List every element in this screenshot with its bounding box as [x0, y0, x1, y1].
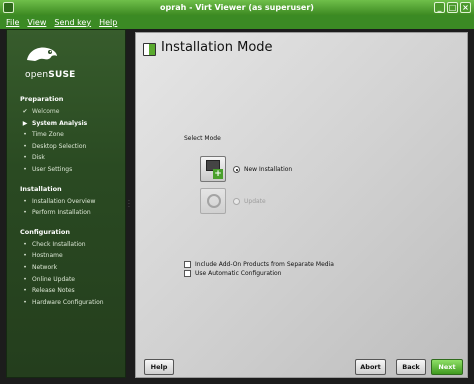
- installation-mode-icon: [143, 43, 156, 56]
- nav-item-system-analysis: ▶ System Analysis: [7, 118, 125, 130]
- nav-item-label: Network: [32, 263, 58, 271]
- addon-products-checkbox[interactable]: [184, 261, 191, 268]
- logo-suffix: SUSE: [48, 70, 76, 80]
- help-button[interactable]: Help: [144, 359, 174, 375]
- bullet-icon: •: [23, 240, 27, 248]
- nav-item-network: • Network: [7, 262, 125, 274]
- sidebar-resize-handle[interactable]: · · ·: [128, 199, 131, 211]
- app-icon: [3, 2, 14, 13]
- auto-config-option[interactable]: Use Automatic Configuration: [184, 270, 281, 277]
- auto-config-label: Use Automatic Configuration: [195, 270, 282, 277]
- nav-heading: Configuration: [20, 227, 70, 236]
- update-icon: [200, 188, 226, 214]
- current-step-arrow-icon: ▶: [22, 119, 28, 127]
- nav-item-label: Hardware Configuration: [32, 298, 104, 306]
- nav-item-hostname: • Hostname: [7, 250, 125, 262]
- nav-heading: Installation: [20, 184, 62, 193]
- main-content-panel: Installation Mode Select Mode + New Inst…: [135, 32, 468, 378]
- menu-send-key[interactable]: Send key: [54, 18, 91, 27]
- nav-item-user-settings: • User Settings: [7, 164, 125, 176]
- nav-item-label: Welcome: [32, 108, 60, 115]
- addon-products-option[interactable]: Include Add-On Products from Separate Me…: [184, 261, 334, 268]
- menu-help[interactable]: Help: [99, 18, 117, 27]
- close-icon[interactable]: ×: [460, 2, 471, 13]
- new-installation-radio[interactable]: [233, 166, 240, 173]
- installer-sidebar: openSUSE Preparation ✔ Welcome ▶ System An…: [6, 29, 130, 378]
- nav-item-label: Disk: [32, 154, 45, 162]
- new-installation-option[interactable]: New Installation: [233, 166, 292, 173]
- step-navigation: Preparation ✔ Welcome ▶ System Analysis • T…: [7, 94, 125, 316]
- bullet-icon: •: [23, 252, 27, 260]
- new-installation-icon: +: [200, 156, 226, 182]
- auto-config-checkbox[interactable]: [184, 270, 191, 277]
- nav-item-online-update: • Online Update: [7, 274, 125, 286]
- abort-button[interactable]: Abort: [355, 359, 386, 375]
- update-option: Update: [233, 198, 266, 205]
- bullet-icon: •: [23, 263, 27, 271]
- nav-item-welcome: ✔ Welcome: [7, 106, 125, 118]
- bullet-icon: •: [23, 209, 27, 217]
- update-radio: [233, 198, 240, 205]
- nav-item-label: Online Update: [32, 275, 75, 283]
- guest-display[interactable]: openSUSE Preparation ✔ Welcome ▶ System An…: [0, 29, 474, 384]
- nav-item-label: Release Notes: [32, 287, 75, 295]
- nav-item-label: System Analysis: [32, 119, 88, 127]
- menu-view[interactable]: View: [27, 18, 46, 27]
- nav-item-label: Hostname: [32, 252, 63, 260]
- window-title: oprah - Virt Viewer (as superuser): [160, 3, 314, 12]
- menu-file[interactable]: File: [6, 18, 19, 27]
- select-mode-label: Select Mode: [184, 135, 221, 142]
- nav-item-desktop-selection: • Desktop Selection: [7, 141, 125, 153]
- nav-item-label: Time Zone: [32, 131, 64, 139]
- nav-item-label: Desktop Selection: [32, 142, 87, 150]
- bullet-icon: •: [23, 197, 27, 205]
- update-label: Update: [244, 198, 266, 205]
- nav-item-check-installation: • Check Installation: [7, 239, 125, 251]
- nav-group-configuration: Configuration • Check Installation • Hostn…: [7, 227, 125, 309]
- maximize-icon[interactable]: □: [447, 2, 458, 13]
- nav-item-disk: • Disk: [7, 152, 125, 164]
- addon-products-label: Include Add-On Products from Separate Me…: [195, 261, 334, 268]
- nav-item-hardware-configuration: • Hardware Configuration: [7, 297, 125, 309]
- nav-item-time-zone: • Time Zone: [7, 129, 125, 141]
- nav-item-label: Installation Overview: [32, 197, 96, 205]
- chameleon-icon: [27, 47, 57, 61]
- opensuse-logo: openSUSE: [25, 44, 85, 80]
- nav-group-preparation: Preparation ✔ Welcome ▶ System Analysis • T…: [7, 94, 125, 176]
- bullet-icon: •: [23, 154, 27, 162]
- bullet-icon: •: [23, 298, 27, 306]
- menu-bar: File View Send key Help: [0, 15, 474, 29]
- page-title: Installation Mode: [161, 40, 273, 55]
- nav-item-label: Perform Installation: [32, 209, 91, 217]
- bullet-icon: •: [23, 275, 27, 283]
- logo-prefix: open: [25, 70, 49, 80]
- nav-item-perform-installation: • Perform Installation: [7, 207, 125, 219]
- nav-item-installation-overview: • Installation Overview: [7, 196, 125, 208]
- new-installation-label: New Installation: [244, 166, 293, 173]
- nav-heading: Preparation: [20, 95, 64, 103]
- window-titlebar[interactable]: oprah - Virt Viewer (as superuser) _ □ ×: [0, 0, 474, 15]
- bullet-icon: •: [23, 142, 27, 150]
- nav-item-label: User Settings: [32, 165, 73, 173]
- minimize-icon[interactable]: _: [434, 2, 445, 13]
- opensuse-wordmark: openSUSE: [25, 70, 85, 80]
- nav-item-release-notes: • Release Notes: [7, 285, 125, 297]
- next-button[interactable]: Next: [431, 359, 463, 375]
- nav-group-installation: Installation • Installation Overview • Per…: [7, 184, 125, 219]
- back-button[interactable]: Back: [396, 359, 426, 375]
- bullet-icon: •: [23, 165, 27, 173]
- checkmark-icon: ✔: [22, 108, 28, 115]
- bullet-icon: •: [23, 131, 27, 139]
- bullet-icon: •: [23, 287, 27, 295]
- nav-item-label: Check Installation: [32, 240, 86, 248]
